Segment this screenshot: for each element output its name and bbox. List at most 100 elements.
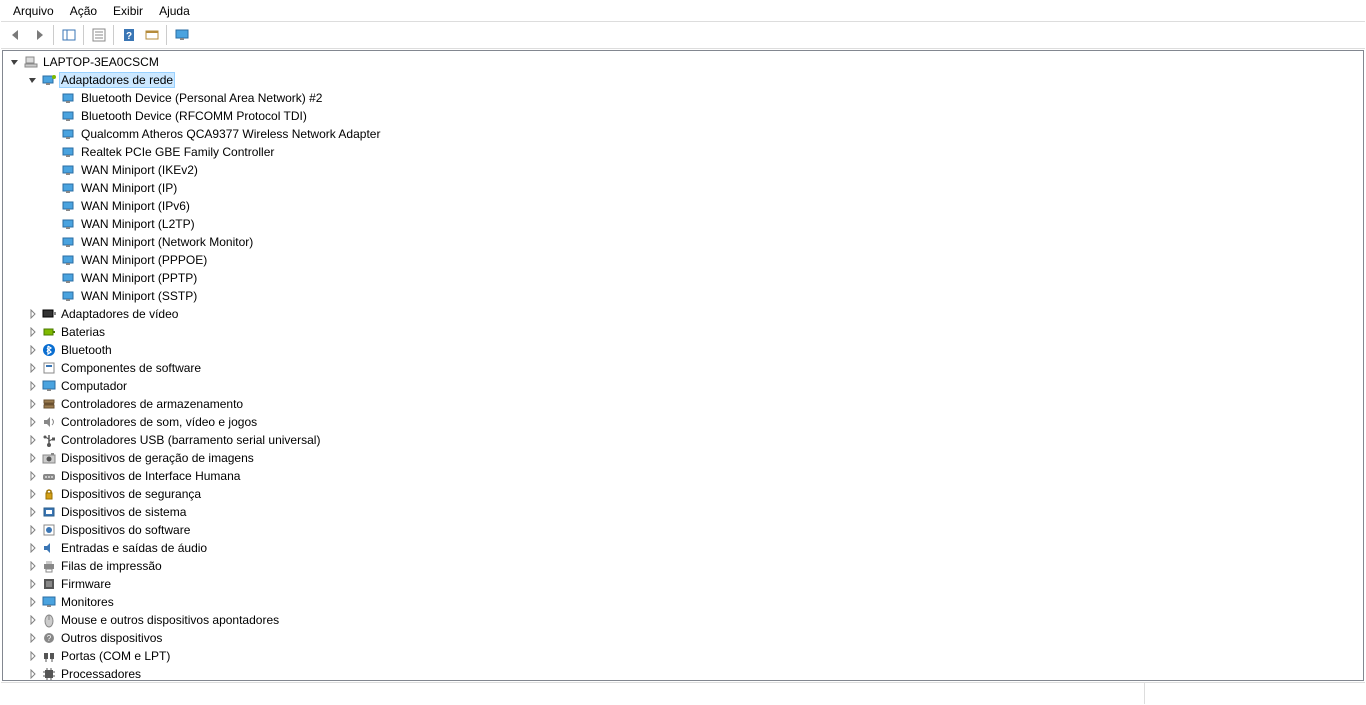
tree-device-label: Bluetooth Device (Personal Area Network)…: [79, 90, 324, 106]
tree-root-label: LAPTOP-3EA0CSCM: [41, 54, 161, 70]
menu-acao[interactable]: Ação: [62, 2, 105, 20]
tree-category-label: Controladores USB (barramento serial uni…: [59, 432, 322, 448]
expander-icon[interactable]: [25, 525, 41, 535]
tree-category[interactable]: Controladores de som, vídeo e jogos: [3, 413, 1363, 431]
expander-icon[interactable]: [25, 417, 41, 427]
status-pane-2: [1145, 683, 1365, 704]
storage-icon: [41, 396, 57, 412]
tree-device[interactable]: Bluetooth Device (Personal Area Network)…: [3, 89, 1363, 107]
tree-category-label: Dispositivos de sistema: [59, 504, 188, 520]
tree-category[interactable]: Dispositivos do software: [3, 521, 1363, 539]
expander-icon[interactable]: [25, 507, 41, 517]
tree-device[interactable]: WAN Miniport (IP): [3, 179, 1363, 197]
expander-icon[interactable]: [25, 651, 41, 661]
tree-category[interactable]: Baterias: [3, 323, 1363, 341]
tree-category[interactable]: Monitores: [3, 593, 1363, 611]
menu-arquivo[interactable]: Arquivo: [5, 2, 62, 20]
menu-ajuda[interactable]: Ajuda: [151, 2, 198, 20]
tree-category[interactable]: Firmware: [3, 575, 1363, 593]
tree-category[interactable]: ? Outros dispositivos: [3, 629, 1363, 647]
tree-device-label: Qualcomm Atheros QCA9377 Wireless Networ…: [79, 126, 382, 142]
back-button[interactable]: [4, 24, 27, 46]
expander-icon[interactable]: [25, 309, 41, 319]
menu-exibir[interactable]: Exibir: [105, 2, 151, 20]
tree-category-label: Dispositivos do software: [59, 522, 192, 538]
tree-device[interactable]: WAN Miniport (L2TP): [3, 215, 1363, 233]
tree-category[interactable]: Entradas e saídas de áudio: [3, 539, 1363, 557]
expander-icon[interactable]: [25, 615, 41, 625]
expander-icon[interactable]: [25, 327, 41, 337]
imaging-icon: [41, 450, 57, 466]
tree-device[interactable]: Realtek PCIe GBE Family Controller: [3, 143, 1363, 161]
expander-icon[interactable]: [25, 543, 41, 553]
tree-category[interactable]: Componentes de software: [3, 359, 1363, 377]
show-hide-tree-button[interactable]: [57, 24, 80, 46]
tree-root[interactable]: LAPTOP-3EA0CSCM: [3, 53, 1363, 71]
other-icon: ?: [41, 630, 57, 646]
expander-icon[interactable]: [25, 453, 41, 463]
tree-device-label: Bluetooth Device (RFCOMM Protocol TDI): [79, 108, 309, 124]
network-adapter-icon: [61, 180, 77, 196]
tree-category[interactable]: Dispositivos de geração de imagens: [3, 449, 1363, 467]
expander-icon[interactable]: [25, 435, 41, 445]
tree-category[interactable]: Filas de impressão: [3, 557, 1363, 575]
expander-icon[interactable]: [25, 633, 41, 643]
svg-text:?: ?: [125, 31, 131, 42]
tree-category-label: Adaptadores de vídeo: [59, 306, 180, 322]
tree-device[interactable]: WAN Miniport (IKEv2): [3, 161, 1363, 179]
expander-icon[interactable]: [25, 669, 41, 679]
expander-icon[interactable]: [25, 399, 41, 409]
expander-icon[interactable]: [25, 471, 41, 481]
help-button[interactable]: ?: [117, 24, 140, 46]
tree-category[interactable]: Controladores USB (barramento serial uni…: [3, 431, 1363, 449]
tree-category-label: Controladores de som, vídeo e jogos: [59, 414, 259, 430]
tree-category[interactable]: Portas (COM e LPT): [3, 647, 1363, 665]
video-icon: [41, 306, 57, 322]
tree-category[interactable]: Dispositivos de Interface Humana: [3, 467, 1363, 485]
security-icon: [41, 486, 57, 502]
expander-icon[interactable]: [25, 363, 41, 373]
tree-category[interactable]: Adaptadores de vídeo: [3, 305, 1363, 323]
computer-icon: [23, 54, 39, 70]
tree-category[interactable]: Dispositivos de segurança: [3, 485, 1363, 503]
tree-device[interactable]: Bluetooth Device (RFCOMM Protocol TDI): [3, 107, 1363, 125]
expander-icon[interactable]: [7, 57, 23, 67]
tree-device-label: WAN Miniport (PPPOE): [79, 252, 209, 268]
tree-category[interactable]: Mouse e outros dispositivos apontadores: [3, 611, 1363, 629]
expander-icon[interactable]: [25, 345, 41, 355]
tree-device[interactable]: Qualcomm Atheros QCA9377 Wireless Networ…: [3, 125, 1363, 143]
expander-icon[interactable]: [25, 75, 41, 85]
view-devices-button[interactable]: [170, 24, 193, 46]
tree-category[interactable]: Computador: [3, 377, 1363, 395]
firmware-icon: [41, 576, 57, 592]
tree-category[interactable]: Bluetooth: [3, 341, 1363, 359]
network-adapter-icon: [61, 252, 77, 268]
tree-category[interactable]: Processadores: [3, 665, 1363, 680]
tree-category[interactable]: Controladores de armazenamento: [3, 395, 1363, 413]
tree-category-label: Processadores: [59, 666, 143, 680]
device-tree[interactable]: LAPTOP-3EA0CSCM Adaptadores de rede Blue…: [3, 51, 1363, 680]
tree-device[interactable]: WAN Miniport (SSTP): [3, 287, 1363, 305]
tree-device[interactable]: WAN Miniport (Network Monitor): [3, 233, 1363, 251]
tree-category[interactable]: Adaptadores de rede: [3, 71, 1363, 89]
expander-icon[interactable]: [25, 381, 41, 391]
audio-icon: [41, 540, 57, 556]
forward-button[interactable]: [27, 24, 50, 46]
tree-category-label: Firmware: [59, 576, 113, 592]
tree-device-label: WAN Miniport (SSTP): [79, 288, 199, 304]
tree-category-label: Controladores de armazenamento: [59, 396, 245, 412]
expander-icon[interactable]: [25, 597, 41, 607]
properties-button[interactable]: [87, 24, 110, 46]
expander-icon[interactable]: [25, 561, 41, 571]
tree-panel: LAPTOP-3EA0CSCM Adaptadores de rede Blue…: [2, 50, 1364, 681]
scan-hardware-button[interactable]: [140, 24, 163, 46]
expander-icon[interactable]: [25, 579, 41, 589]
expander-icon[interactable]: [25, 489, 41, 499]
tree-device[interactable]: WAN Miniport (PPPOE): [3, 251, 1363, 269]
toolbar-separator-3: [113, 25, 114, 45]
tree-device[interactable]: WAN Miniport (PPTP): [3, 269, 1363, 287]
tree-device-label: WAN Miniport (IPv6): [79, 198, 192, 214]
network-adapter-icon: [61, 108, 77, 124]
tree-category[interactable]: Dispositivos de sistema: [3, 503, 1363, 521]
tree-device[interactable]: WAN Miniport (IPv6): [3, 197, 1363, 215]
